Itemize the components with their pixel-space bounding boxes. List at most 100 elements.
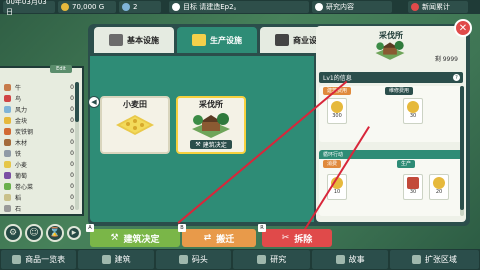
produce-item-wood: 30 [403,174,423,200]
tab-1[interactable]: 生产设施 [177,27,257,53]
research-icon [257,255,267,264]
consume-value: 10 [333,189,341,195]
nav-expand[interactable]: 扩张区域 [389,250,480,269]
inventory-row: 铁0 [4,148,74,159]
cost-header: 建筑费用 维修费用 [319,86,463,95]
resource-count: 0 [70,161,74,168]
dock-icon [178,255,188,264]
speed-icon[interactable]: ⌛ [46,224,64,242]
inventory-row: 木材 0 [4,137,74,148]
resource-icon [4,106,11,113]
resource-count: 0 [70,172,74,179]
hotkey-label: B [178,224,186,232]
inventory-row: 风力 0 [4,104,74,115]
resource-name: 小麦 [15,162,28,169]
level-display: 2 [119,1,161,13]
build-confirm-button[interactable]: ⚒ 建筑决定 [90,229,180,247]
building-card-wheat-field[interactable]: 小麦田 [100,96,170,154]
resource-icon [4,194,11,201]
hammer-icon [101,255,111,264]
nav-dock[interactable]: 码头 [155,250,232,269]
remaining-count: 剩 9999 [434,56,458,63]
resource-name: 铁 [15,151,22,158]
upkeep-cost-label: 维修费用 [389,88,410,94]
scroll-left-icon[interactable]: ◀ [88,96,100,108]
expand-icon [411,255,421,264]
upkeep-cost-value: 30 [409,113,417,119]
goal-display[interactable]: 目标 请建造Ep2。 [169,1,309,13]
wheat-field-icon [116,115,154,135]
building-card-lumber-mill[interactable]: 采伐所 ⚒ 建筑决定 [176,96,246,154]
level-icon [122,3,130,11]
arrow-icon[interactable]: ▸ [67,226,81,240]
resource-icon [4,172,11,179]
nav-list[interactable]: 商品一览表 [1,250,77,269]
resource-icon [4,84,11,91]
resource-icon [4,128,11,135]
inventory-row: 葡萄 0 [4,170,74,181]
resource-count: 0 [70,106,74,113]
level-info-bar: Lv1的信息? [319,72,463,83]
coin-icon [433,177,445,189]
move-icon: ⇄ [203,233,212,243]
build-confirm-badge: ⚒ 建筑决定 [190,140,232,149]
resource-count: 0 [70,139,74,146]
resource-name: 金块 [15,118,28,125]
help-icon[interactable]: ? [453,74,460,81]
research-display[interactable]: 研究内容 [312,1,392,13]
produce-chip: 生产 [397,159,416,168]
inventory-panel: Edit 牛 0 鸟 0 风力 0 金块 0 炭铁钢 0 木材 0 铁 0 小麦 0 葡萄 0 卷心菜 0 稻 0 石 0 [0,65,84,216]
demolish-button[interactable]: ✂ 拆除 [262,229,332,247]
inventory-scrollbar[interactable] [75,82,79,210]
resource-count: 0 [70,183,74,190]
inventory-list: 牛 0 鸟 0 风力 0 金块 0 炭铁钢 0 木材 0 铁 0 小麦 0 葡萄 0 卷心菜 0 稻 0 石 0 [4,82,74,214]
produce-value-1: 30 [409,189,417,195]
resource-name: 牛 [15,85,22,92]
hammer-icon: ⚒ [110,233,119,243]
resource-count: 0 [70,95,74,102]
level-text: 2 [133,3,138,11]
resource-icon [4,183,11,190]
build-dialog: 基本设施 生产设施 商业设施 ◀ 小麦田 采伐所 ⚒ 建筑决定 采伐所 剩 99… [88,19,472,226]
close-icon[interactable]: ✕ [454,19,472,37]
news-text: 新闻累计 [422,3,450,11]
resource-icon [4,95,11,102]
info-scrollbar[interactable] [460,86,464,216]
tab-icon [192,34,206,46]
build-cost-item: 300 [327,98,347,124]
settings-icon[interactable]: ⚙ [4,224,22,242]
nav-label: 码头 [191,255,208,264]
edit-button[interactable]: Edit [50,65,72,73]
action-label: 拆除 [294,234,313,245]
level-info-label: Lv1的信息 [323,75,352,82]
inventory-row: 炭铁钢 0 [4,126,74,137]
resource-icon [4,150,11,157]
coin-icon [331,101,343,113]
resource-count: 0 [70,84,74,91]
action-label: 建筑决定 [123,234,160,245]
resource-name: 炭铁钢 [15,129,34,136]
inventory-scroll-thumb[interactable] [75,82,79,122]
resource-count: 0 [70,205,74,212]
resource-name: 稻 [15,195,22,202]
build-cost-value: 300 [332,113,342,119]
nav-book[interactable]: 故事 [312,250,388,269]
people-icon[interactable]: ☺ [25,224,43,242]
relocate-button[interactable]: ⇄ 搬迁 [182,229,256,247]
list-icon [12,255,22,264]
money-display: 70,000 G [58,1,116,13]
coin-icon [61,3,69,11]
resource-name: 鸟 [15,96,22,103]
nav-research[interactable]: 研究 [233,250,311,269]
inventory-row: 小麦 0 [4,159,74,170]
operation-header: 循环行动 [319,150,463,159]
resource-count: 0 [70,150,74,157]
consume-produce-header: 消费 生产 [319,159,463,168]
info-scroll-thumb[interactable] [460,86,464,210]
card-title: 小麦田 [123,100,147,109]
news-display[interactable]: 新闻累计 [408,1,468,13]
category-tabs: 基本设施 生产设施 商业设施 [94,27,343,55]
tab-0[interactable]: 基本设施 [94,27,174,53]
hotkey-label: A [86,224,94,232]
nav-hammer[interactable]: 建筑 [78,250,154,269]
